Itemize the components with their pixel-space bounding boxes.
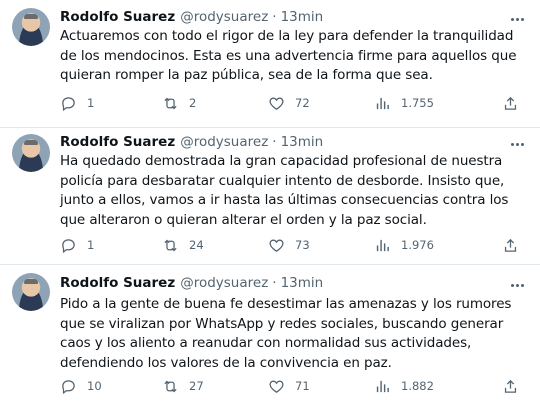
views-count: 1.976 [401,238,434,252]
author-name[interactable]: Rodolfo Suarez [60,134,175,150]
reply-icon [62,379,75,394]
reply-icon [62,96,75,111]
tweet-header: Rodolfo Suarez @rodysuarez · 13min [60,275,323,291]
share-button[interactable] [502,377,519,395]
views-count: 1.882 [401,379,434,393]
heart-icon [269,380,284,393]
timestamp[interactable]: 13min [281,275,324,291]
more-icon[interactable] [508,137,526,151]
more-icon[interactable] [508,278,526,292]
retweet-button[interactable]: 27 [162,377,204,395]
separator: · [272,275,277,291]
share-icon [504,379,517,393]
more-icon[interactable] [508,12,526,26]
views-icon [376,97,389,109]
share-button[interactable] [502,236,519,254]
avatar[interactable] [12,8,50,46]
tweet-text: Actuaremos con todo el rigor de la ley p… [60,28,517,83]
retweet-button[interactable]: 24 [162,236,204,254]
avatar[interactable] [12,273,50,311]
views-button[interactable]: 1.882 [374,377,434,395]
tweet-actions: 1 24 73 1.976 [60,236,520,254]
retweet-count: 24 [189,238,204,252]
separator: · [272,9,277,25]
tweet-actions: 1 2 72 1.755 [60,94,520,112]
share-button[interactable] [502,94,519,112]
heart-icon [269,239,284,252]
author-handle[interactable]: @rodysuarez [180,275,268,291]
views-icon [376,380,389,392]
reply-button[interactable]: 1 [60,94,94,112]
author-handle[interactable]: @rodysuarez [180,134,268,150]
tweet-actions: 10 27 71 1.882 [60,377,520,395]
like-count: 71 [295,379,310,393]
reply-button[interactable]: 10 [60,377,102,395]
tweet[interactable]: Rodolfo Suarez @rodysuarez · 13min Ha qu… [0,128,540,265]
retweet-icon [164,239,177,251]
reply-button[interactable]: 1 [60,236,94,254]
timestamp[interactable]: 13min [281,9,324,25]
author-name[interactable]: Rodolfo Suarez [60,9,175,25]
tweet-text: Pido a la gente de buena fe desestimar l… [60,296,512,371]
tweet-feed: Rodolfo Suarez @rodysuarez · 13min Actua… [0,0,540,409]
separator: · [272,134,277,150]
reply-count: 10 [87,379,102,393]
retweet-icon [164,380,177,392]
reply-count: 1 [87,96,95,110]
avatar[interactable] [12,134,50,172]
author-name[interactable]: Rodolfo Suarez [60,275,175,291]
tweet-text: Ha quedado demostrada la gran capacidad … [60,153,509,228]
share-icon [504,96,517,110]
like-button[interactable]: 71 [268,377,310,395]
retweet-icon [164,97,177,109]
reply-icon [62,238,75,253]
views-button[interactable]: 1.976 [374,236,434,254]
views-button[interactable]: 1.755 [374,94,434,112]
like-button[interactable]: 72 [268,94,310,112]
reply-count: 1 [87,238,95,252]
heart-icon [269,97,284,110]
like-count: 73 [295,238,310,252]
share-icon [504,238,517,252]
tweet-header: Rodolfo Suarez @rodysuarez · 13min [60,134,323,150]
tweet[interactable]: Rodolfo Suarez @rodysuarez · 13min Pido … [0,265,540,409]
retweet-count: 27 [189,379,204,393]
retweet-button[interactable]: 2 [162,94,196,112]
tweet[interactable]: Rodolfo Suarez @rodysuarez · 13min Actua… [0,0,540,128]
views-count: 1.755 [401,96,434,110]
views-icon [376,239,389,251]
like-count: 72 [295,96,310,110]
author-handle[interactable]: @rodysuarez [180,9,268,25]
timestamp[interactable]: 13min [281,134,324,150]
like-button[interactable]: 73 [268,236,310,254]
tweet-header: Rodolfo Suarez @rodysuarez · 13min [60,9,323,25]
retweet-count: 2 [189,96,197,110]
